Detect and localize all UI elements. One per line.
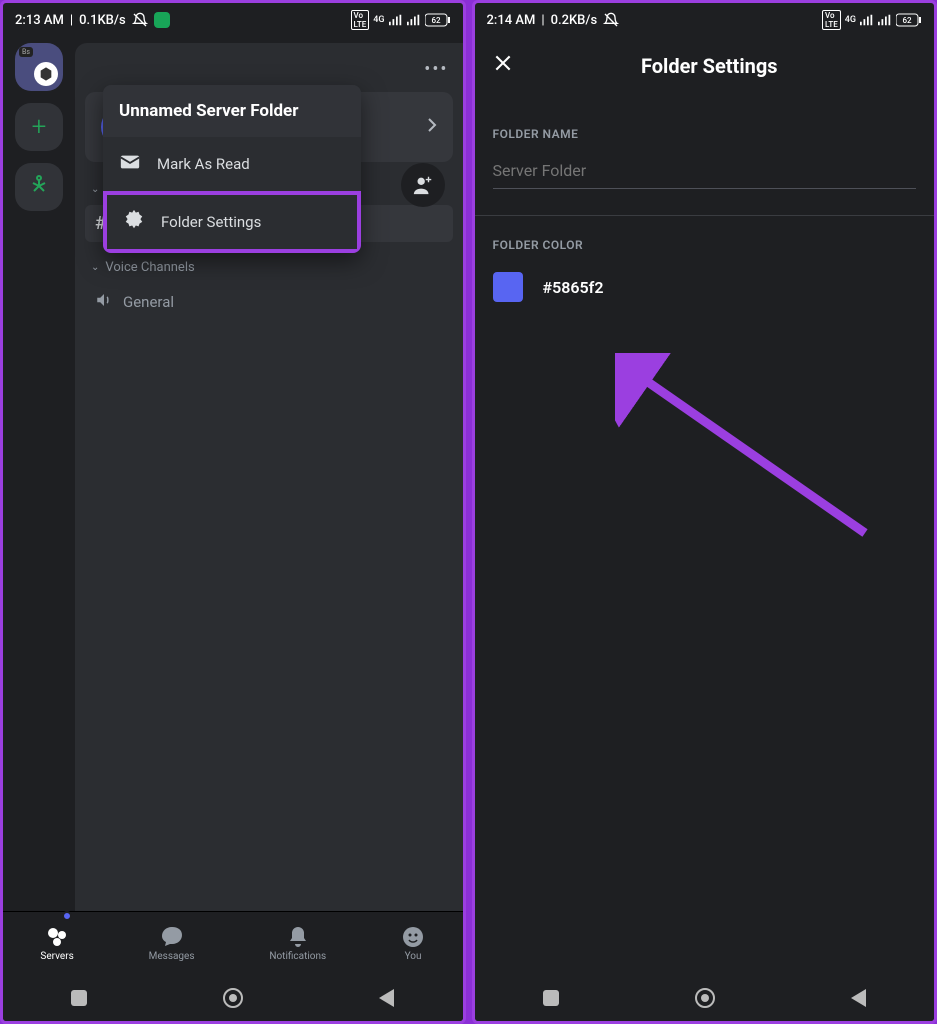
status-time: 2:14 AM xyxy=(487,13,536,28)
chevron-right-icon xyxy=(427,117,437,137)
mark-as-read-item[interactable]: Mark As Read xyxy=(103,137,361,191)
status-sep: | xyxy=(70,13,73,28)
folder-name-label: FOLDER NAME xyxy=(493,127,917,141)
recent-apps-button[interactable] xyxy=(543,990,559,1006)
voice-channels-header[interactable]: ⌄ Voice Channels xyxy=(85,256,453,279)
gear-icon xyxy=(123,209,145,235)
signal-icon-2 xyxy=(407,14,421,26)
context-menu-title: Unnamed Server Folder xyxy=(103,85,361,137)
folder-settings-item[interactable]: Folder Settings xyxy=(103,191,361,253)
nav-messages[interactable]: Messages xyxy=(149,925,195,962)
nav-you-label: You xyxy=(405,951,422,962)
mark-as-read-label: Mark As Read xyxy=(157,155,250,173)
add-friend-button[interactable] xyxy=(401,163,445,207)
divider xyxy=(475,215,935,216)
battery-icon: 62 xyxy=(896,13,922,27)
folder-context-menu: Unnamed Server Folder Mark As Read Folde… xyxy=(103,85,361,253)
nav-you[interactable]: You xyxy=(401,925,425,962)
nav-servers[interactable]: Servers xyxy=(40,925,73,962)
folder-color-label: FOLDER COLOR xyxy=(493,238,917,252)
system-nav xyxy=(475,975,935,1021)
app-badge-icon xyxy=(154,12,170,28)
student-hub-button[interactable] xyxy=(15,163,63,211)
signal-icon xyxy=(860,14,874,26)
network-label: 4G xyxy=(373,15,384,25)
battery-icon: 62 xyxy=(425,13,451,27)
mail-icon xyxy=(119,151,141,177)
folder-server-icon[interactable] xyxy=(34,62,58,86)
voice-channel-general[interactable]: General xyxy=(85,283,453,321)
status-bar: 2:13 AM | 0.1KB/s VoLTE 4G 62 xyxy=(3,3,463,37)
signal-icon xyxy=(389,14,403,26)
add-server-button[interactable]: + xyxy=(15,103,63,151)
speaker-icon xyxy=(95,291,113,313)
svg-text:62: 62 xyxy=(431,16,441,25)
chevron-down-icon: ⌄ xyxy=(91,262,99,273)
recent-apps-button[interactable] xyxy=(71,990,87,1006)
back-button[interactable] xyxy=(379,989,394,1007)
nav-servers-label: Servers xyxy=(40,951,73,962)
page-title: Folder Settings xyxy=(533,54,887,78)
volte-icon: VoLTE xyxy=(351,10,370,30)
nav-messages-label: Messages xyxy=(149,951,195,962)
system-nav xyxy=(3,975,463,1021)
phone-left: 2:13 AM | 0.1KB/s VoLTE 4G 62 Bs xyxy=(0,0,466,1024)
home-button[interactable] xyxy=(223,988,243,1008)
folder-color-row[interactable]: #5865f2 xyxy=(493,272,917,302)
folder-badge: Bs xyxy=(19,47,33,57)
close-button[interactable] xyxy=(493,53,513,79)
svg-text:62: 62 xyxy=(902,16,912,25)
settings-body: FOLDER NAME FOLDER COLOR #5865f2 xyxy=(475,95,935,312)
server-folder[interactable]: Bs xyxy=(15,43,63,91)
status-sep: | xyxy=(541,13,544,28)
color-hex-value: #5865f2 xyxy=(543,278,604,297)
back-button[interactable] xyxy=(851,989,866,1007)
home-button[interactable] xyxy=(695,988,715,1008)
status-speed: 0.2KB/s xyxy=(551,13,598,28)
color-swatch xyxy=(493,272,523,302)
voice-channels-label: Voice Channels xyxy=(105,260,194,275)
folder-settings-label: Folder Settings xyxy=(161,213,261,231)
settings-header: Folder Settings xyxy=(475,37,935,95)
folder-name-input[interactable] xyxy=(493,153,917,189)
plus-icon: + xyxy=(32,112,47,142)
server-rail: Bs + xyxy=(3,37,75,911)
status-time: 2:13 AM xyxy=(15,13,64,28)
more-icon[interactable]: ••• xyxy=(424,59,448,80)
mute-icon xyxy=(603,12,619,28)
volte-icon: VoLTE xyxy=(822,10,841,30)
phone-right: 2:14 AM | 0.2KB/s VoLTE 4G 62 Folder Set… xyxy=(472,0,937,1024)
mute-icon xyxy=(132,12,148,28)
nav-notifications-label: Notifications xyxy=(269,951,326,962)
hub-icon xyxy=(27,173,51,201)
signal-icon-2 xyxy=(878,14,892,26)
nav-notifications[interactable]: Notifications xyxy=(269,925,326,962)
status-speed: 0.1KB/s xyxy=(79,13,126,28)
status-bar: 2:14 AM | 0.2KB/s VoLTE 4G 62 xyxy=(475,3,935,37)
network-label: 4G xyxy=(845,15,856,25)
bottom-nav: Servers Messages Notifications You xyxy=(3,911,463,975)
notification-dot xyxy=(62,911,72,921)
chevron-down-icon: ⌄ xyxy=(91,184,99,195)
voice-channel-name: General xyxy=(123,293,174,311)
